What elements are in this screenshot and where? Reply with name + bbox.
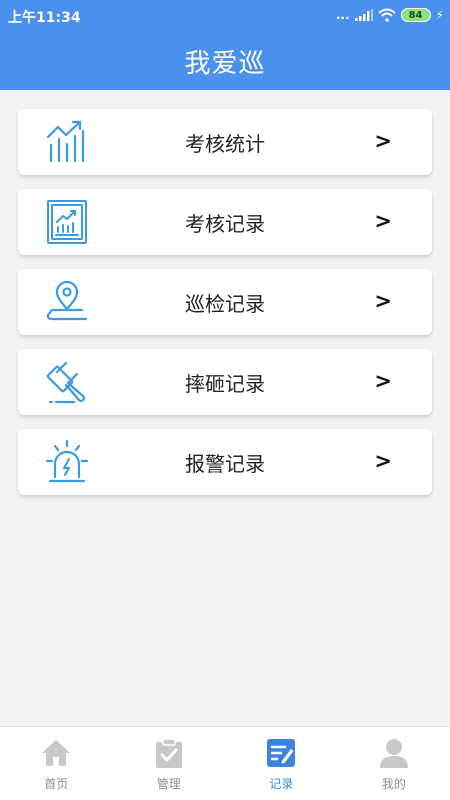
menu-item-patrol-records[interactable]: 巡检记录 >	[18, 269, 432, 335]
gavel-icon	[46, 361, 86, 404]
user-icon	[379, 739, 408, 768]
wifi-icon	[377, 8, 396, 22]
tab-label: 管理	[156, 777, 181, 791]
menu-item-assessment-records[interactable]: 考核记录 >	[18, 189, 432, 255]
chevron-right-icon: >	[374, 289, 392, 313]
signal-dots: ...	[335, 8, 350, 22]
tab-manage[interactable]: 管理	[113, 727, 226, 800]
alarm-light-icon	[45, 439, 89, 483]
tab-mine[interactable]: 我的	[338, 727, 450, 800]
signal-icon	[354, 9, 373, 21]
chart-growth-icon	[46, 120, 85, 163]
bottom-tab-bar: 首页 管理 记录 我的	[0, 726, 450, 800]
menu-item-smash-records[interactable]: 摔砸记录 >	[18, 349, 432, 415]
status-bar: 上午11:34 ... 84 ⚡	[0, 0, 450, 30]
home-icon	[42, 740, 71, 766]
status-indicators: ... 84 ⚡	[336, 6, 444, 24]
tab-label: 首页	[44, 777, 69, 791]
report-chart-icon	[47, 200, 87, 244]
record-menu: 考核统计 > 考核记录 > 巡检记录 > 摔砸记录 > 报警记录 >	[18, 109, 432, 509]
edit-note-icon	[267, 739, 296, 767]
chevron-right-icon: >	[374, 449, 392, 473]
status-time: 上午11:34	[8, 10, 81, 26]
tab-label: 记录	[269, 777, 294, 791]
tab-label: 我的	[381, 777, 406, 791]
battery-icon: 84	[400, 8, 431, 22]
clipboard-check-icon	[155, 738, 182, 768]
page-title: 我爱巡	[184, 49, 266, 79]
chevron-right-icon: >	[374, 369, 392, 393]
menu-item-alarm-records[interactable]: 报警记录 >	[18, 429, 432, 495]
tab-records[interactable]: 记录	[225, 727, 338, 800]
menu-item-assessment-stats[interactable]: 考核统计 >	[18, 109, 432, 175]
location-pin-icon	[46, 280, 88, 321]
chevron-right-icon: >	[374, 129, 392, 153]
chevron-right-icon: >	[374, 209, 392, 233]
tab-home[interactable]: 首页	[0, 727, 113, 800]
charging-icon: ⚡	[435, 8, 444, 22]
app-header: 上午11:34 ... 84 ⚡ 我爱巡	[0, 0, 450, 90]
